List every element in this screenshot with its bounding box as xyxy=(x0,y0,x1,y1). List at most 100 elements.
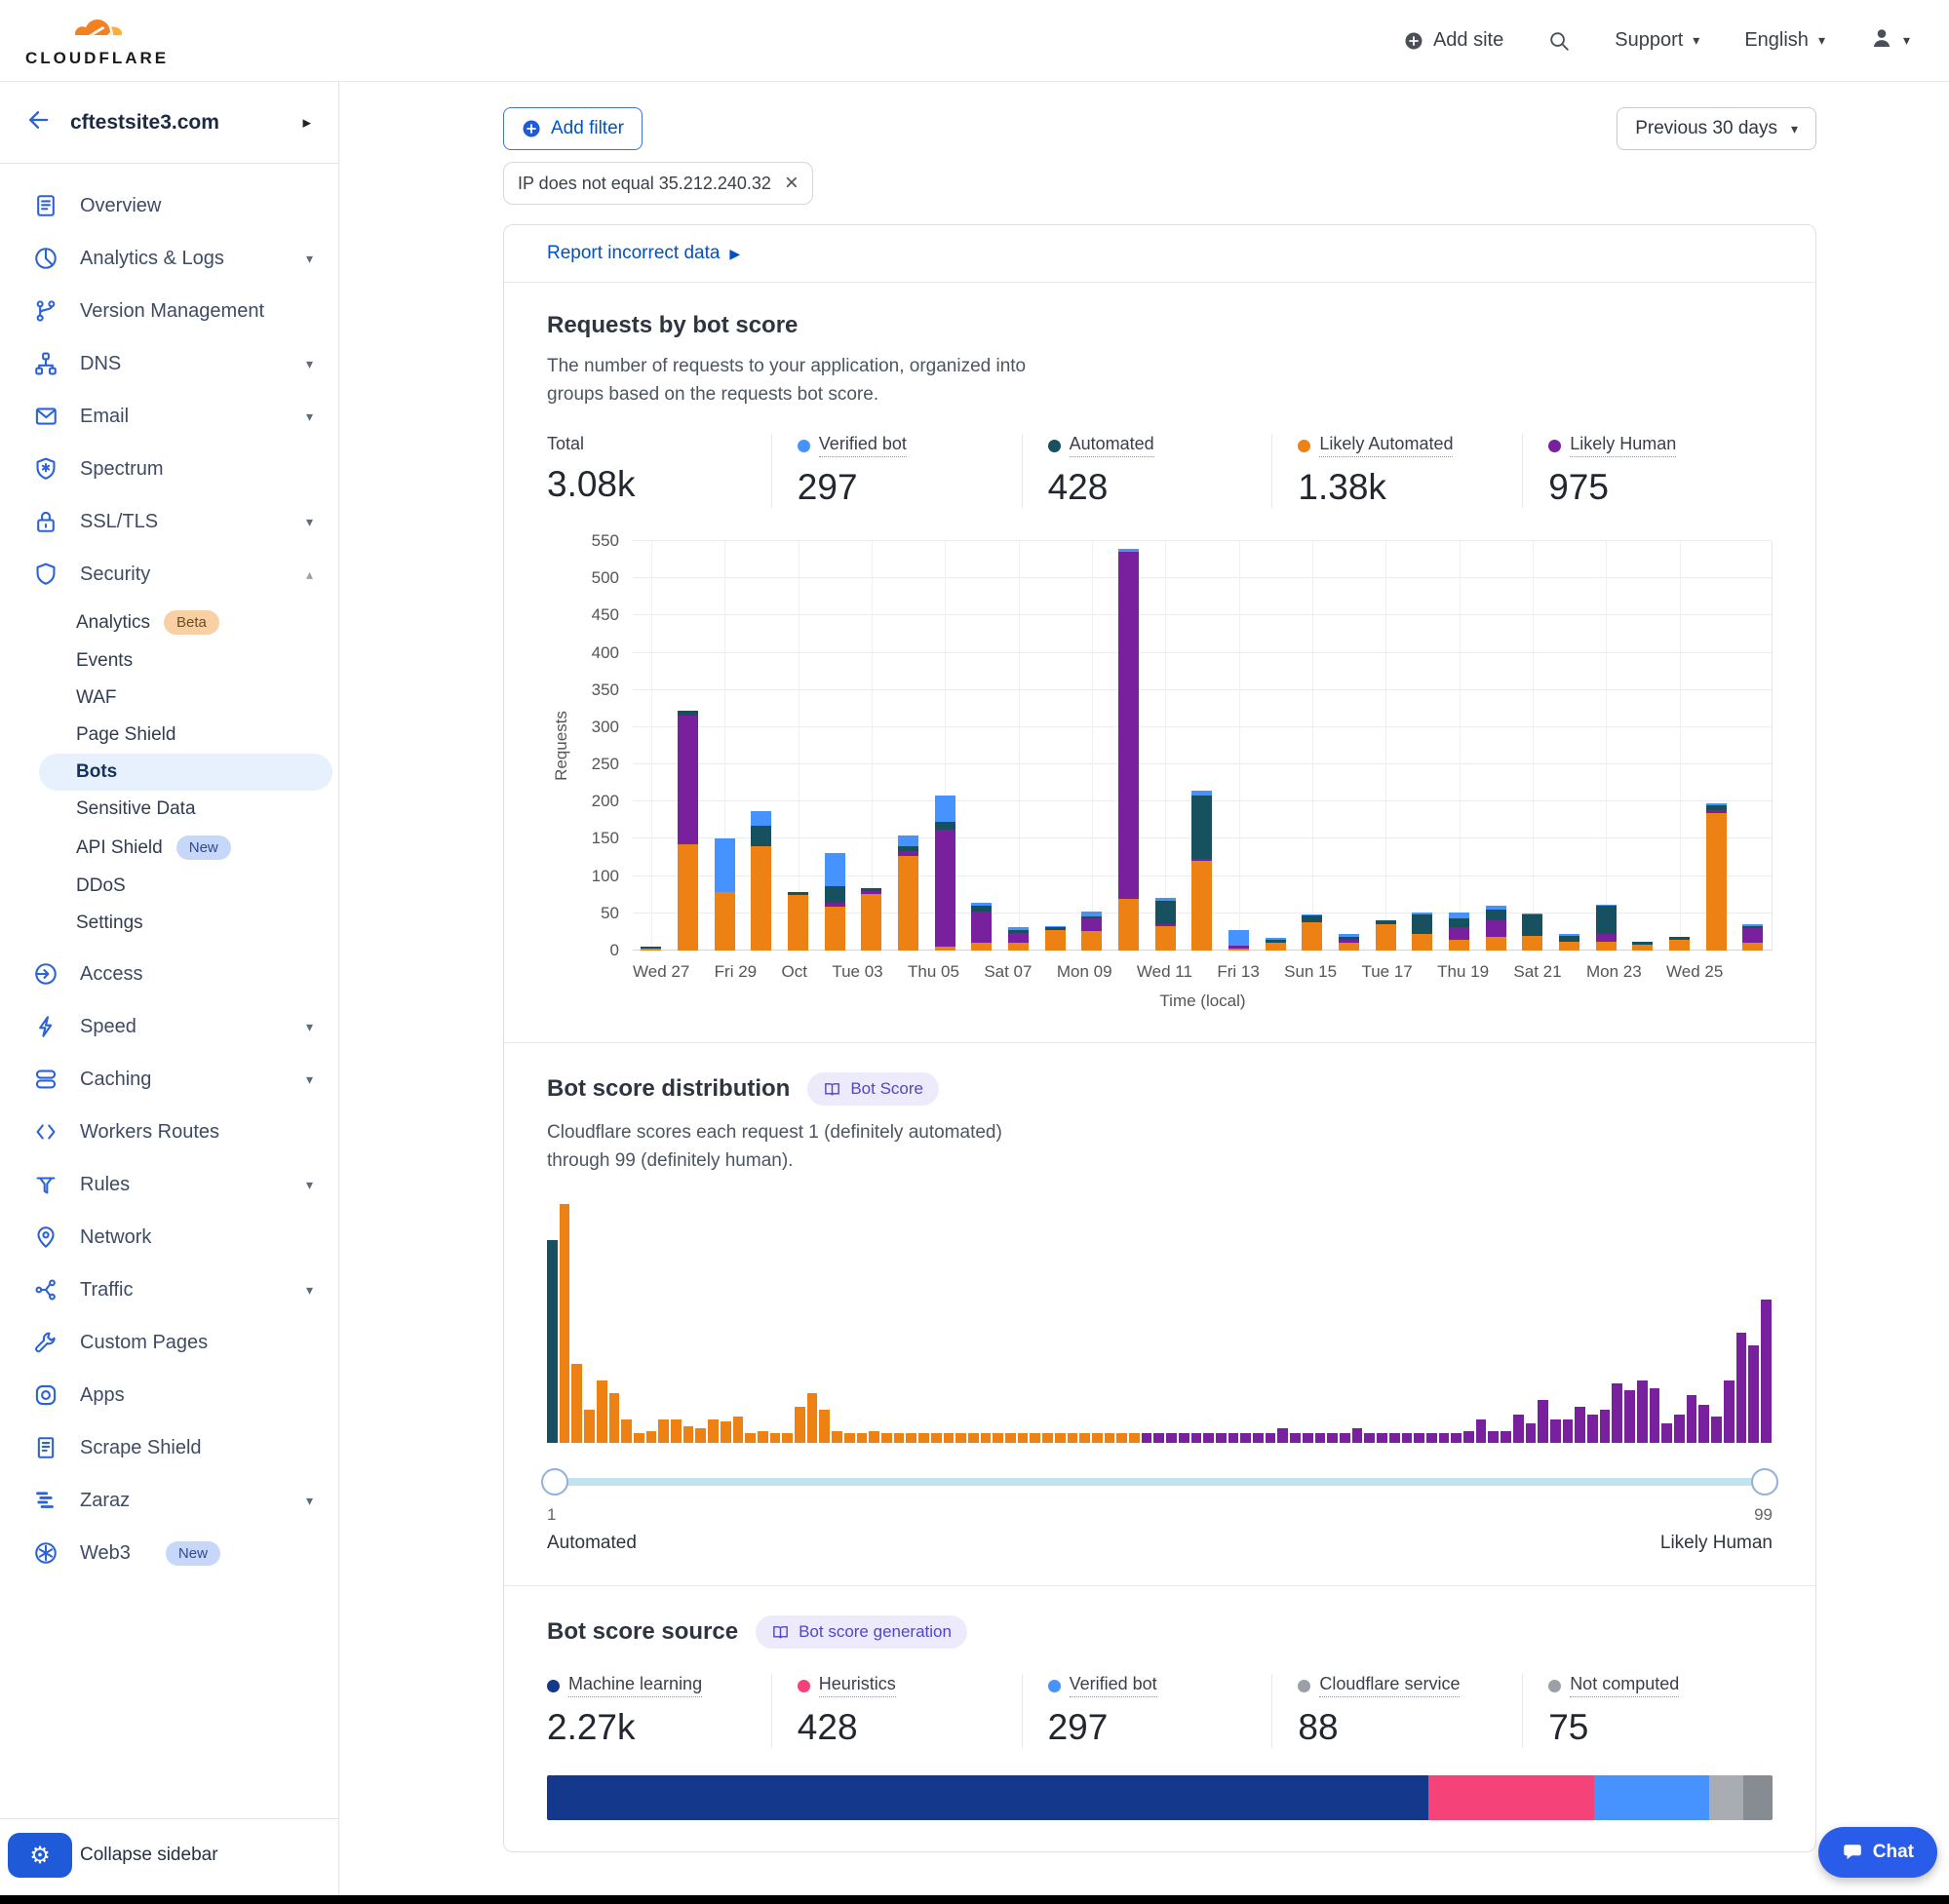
score-bar-96[interactable] xyxy=(1724,1380,1735,1443)
score-bar-25[interactable] xyxy=(844,1433,855,1443)
bar-day-25[interactable] xyxy=(1551,541,1588,951)
sidebar-item-zaraz[interactable]: Zaraz▾ xyxy=(0,1474,338,1527)
bar-day-15[interactable] xyxy=(1184,541,1221,951)
bar-day-13[interactable] xyxy=(1111,541,1148,951)
score-bar-91[interactable] xyxy=(1661,1423,1672,1443)
score-bar-67[interactable] xyxy=(1364,1433,1375,1443)
score-bar-58[interactable] xyxy=(1253,1433,1264,1443)
settings-gear-button[interactable]: ⚙ xyxy=(8,1833,72,1878)
score-bar-29[interactable] xyxy=(894,1433,905,1443)
sidebar-item-security[interactable]: Security▴ xyxy=(0,548,338,601)
chat-button[interactable]: Chat xyxy=(1818,1827,1937,1878)
add-filter-button[interactable]: Add filter xyxy=(503,107,643,150)
score-bar-38[interactable] xyxy=(1005,1433,1016,1443)
score-bar-28[interactable] xyxy=(881,1433,892,1443)
score-bar-97[interactable] xyxy=(1736,1333,1747,1443)
score-bar-99[interactable] xyxy=(1761,1300,1772,1443)
score-bar-26[interactable] xyxy=(857,1433,868,1443)
requests-plot-area[interactable] xyxy=(633,541,1773,951)
score-bar-45[interactable] xyxy=(1092,1433,1103,1443)
score-bar-47[interactable] xyxy=(1116,1433,1127,1443)
score-bar-53[interactable] xyxy=(1191,1433,1202,1443)
bar-day-20[interactable] xyxy=(1367,541,1404,951)
account-menu[interactable]: ▾ xyxy=(1870,26,1910,56)
source-segment-cloudflare-service[interactable] xyxy=(1709,1775,1743,1820)
bar-day-18[interactable] xyxy=(1294,541,1331,951)
score-bar-74[interactable] xyxy=(1451,1433,1462,1443)
score-bar-3[interactable] xyxy=(571,1364,582,1443)
score-bar-22[interactable] xyxy=(807,1393,818,1443)
score-bar-64[interactable] xyxy=(1327,1433,1338,1443)
score-bar-66[interactable] xyxy=(1352,1428,1363,1443)
score-bar-20[interactable] xyxy=(782,1433,793,1443)
score-bar-56[interactable] xyxy=(1228,1433,1239,1443)
sidebar-item-speed[interactable]: Speed▾ xyxy=(0,1000,338,1053)
stat-label[interactable]: Verified bot xyxy=(1070,1674,1157,1697)
sidebar-item-access[interactable]: Access xyxy=(0,948,338,1000)
score-bar-94[interactable] xyxy=(1698,1405,1709,1443)
score-bar-30[interactable] xyxy=(906,1433,916,1443)
bar-day-11[interactable] xyxy=(1036,541,1073,951)
sidebar-item-events[interactable]: Events xyxy=(0,642,338,680)
bar-day-2[interactable] xyxy=(706,541,743,951)
back-arrow-icon[interactable] xyxy=(25,107,51,137)
score-bar-54[interactable] xyxy=(1203,1433,1214,1443)
score-bar-2[interactable] xyxy=(560,1204,570,1443)
sidebar-item-network[interactable]: Network xyxy=(0,1211,338,1263)
bar-day-19[interactable] xyxy=(1331,541,1368,951)
sidebar-item-waf[interactable]: WAF xyxy=(0,680,338,717)
distribution-histogram[interactable] xyxy=(547,1204,1773,1443)
sidebar-item-bots[interactable]: Bots xyxy=(39,754,332,791)
score-bar-60[interactable] xyxy=(1277,1428,1288,1443)
score-bar-83[interactable] xyxy=(1563,1419,1574,1444)
stat-label[interactable]: Not computed xyxy=(1570,1674,1679,1697)
sidebar-item-api-shield[interactable]: API ShieldNew xyxy=(0,828,338,868)
score-bar-81[interactable] xyxy=(1538,1400,1548,1443)
stat-label[interactable]: Likely Human xyxy=(1570,434,1676,457)
score-bar-46[interactable] xyxy=(1105,1433,1115,1443)
source-segment-heuristics[interactable] xyxy=(1428,1775,1594,1820)
source-segment-not-computed[interactable] xyxy=(1743,1775,1773,1820)
bar-day-23[interactable] xyxy=(1477,541,1514,951)
sidebar-item-page-shield[interactable]: Page Shield xyxy=(0,717,338,754)
bar-day-16[interactable] xyxy=(1221,541,1258,951)
sidebar-item-web3[interactable]: Web3New xyxy=(0,1527,338,1579)
sidebar-item-apps[interactable]: Apps xyxy=(0,1369,338,1421)
score-bar-61[interactable] xyxy=(1290,1433,1301,1443)
score-bar-41[interactable] xyxy=(1042,1433,1053,1443)
slider-handle-max[interactable] xyxy=(1751,1468,1778,1496)
sidebar-item-caching[interactable]: Caching▾ xyxy=(0,1053,338,1106)
score-bar-40[interactable] xyxy=(1030,1433,1040,1443)
score-bar-12[interactable] xyxy=(683,1426,694,1443)
score-bar-51[interactable] xyxy=(1166,1433,1177,1443)
score-bar-93[interactable] xyxy=(1687,1395,1697,1443)
support-menu[interactable]: Support ▾ xyxy=(1615,29,1699,52)
score-bar-10[interactable] xyxy=(658,1419,669,1444)
score-bar-62[interactable] xyxy=(1303,1433,1313,1443)
score-bar-88[interactable] xyxy=(1624,1390,1635,1443)
bar-day-4[interactable] xyxy=(780,541,817,951)
score-bar-13[interactable] xyxy=(695,1428,706,1443)
sidebar-item-traffic[interactable]: Traffic▾ xyxy=(0,1263,338,1316)
bar-day-9[interactable] xyxy=(963,541,1000,951)
bar-day-12[interactable] xyxy=(1073,541,1111,951)
bar-day-21[interactable] xyxy=(1404,541,1441,951)
score-bar-77[interactable] xyxy=(1488,1431,1499,1443)
score-bar-39[interactable] xyxy=(1018,1433,1029,1443)
sidebar-item-workers-routes[interactable]: Workers Routes xyxy=(0,1106,338,1158)
score-bar-42[interactable] xyxy=(1055,1433,1066,1443)
score-bar-69[interactable] xyxy=(1389,1433,1400,1443)
score-bar-85[interactable] xyxy=(1587,1415,1598,1443)
score-bar-65[interactable] xyxy=(1340,1433,1350,1443)
bar-day-6[interactable] xyxy=(853,541,890,951)
score-bar-32[interactable] xyxy=(931,1433,942,1443)
score-bar-7[interactable] xyxy=(621,1419,632,1444)
bar-day-5[interactable] xyxy=(816,541,853,951)
score-bar-90[interactable] xyxy=(1650,1388,1660,1443)
score-bar-18[interactable] xyxy=(758,1431,768,1443)
score-bar-14[interactable] xyxy=(708,1419,719,1444)
active-filter-chip[interactable]: IP does not equal 35.212.240.32 × xyxy=(503,162,813,205)
score-bar-35[interactable] xyxy=(968,1433,979,1443)
stat-label[interactable]: Cloudflare service xyxy=(1319,1674,1460,1697)
sidebar-item-dns[interactable]: DNS▾ xyxy=(0,337,338,390)
